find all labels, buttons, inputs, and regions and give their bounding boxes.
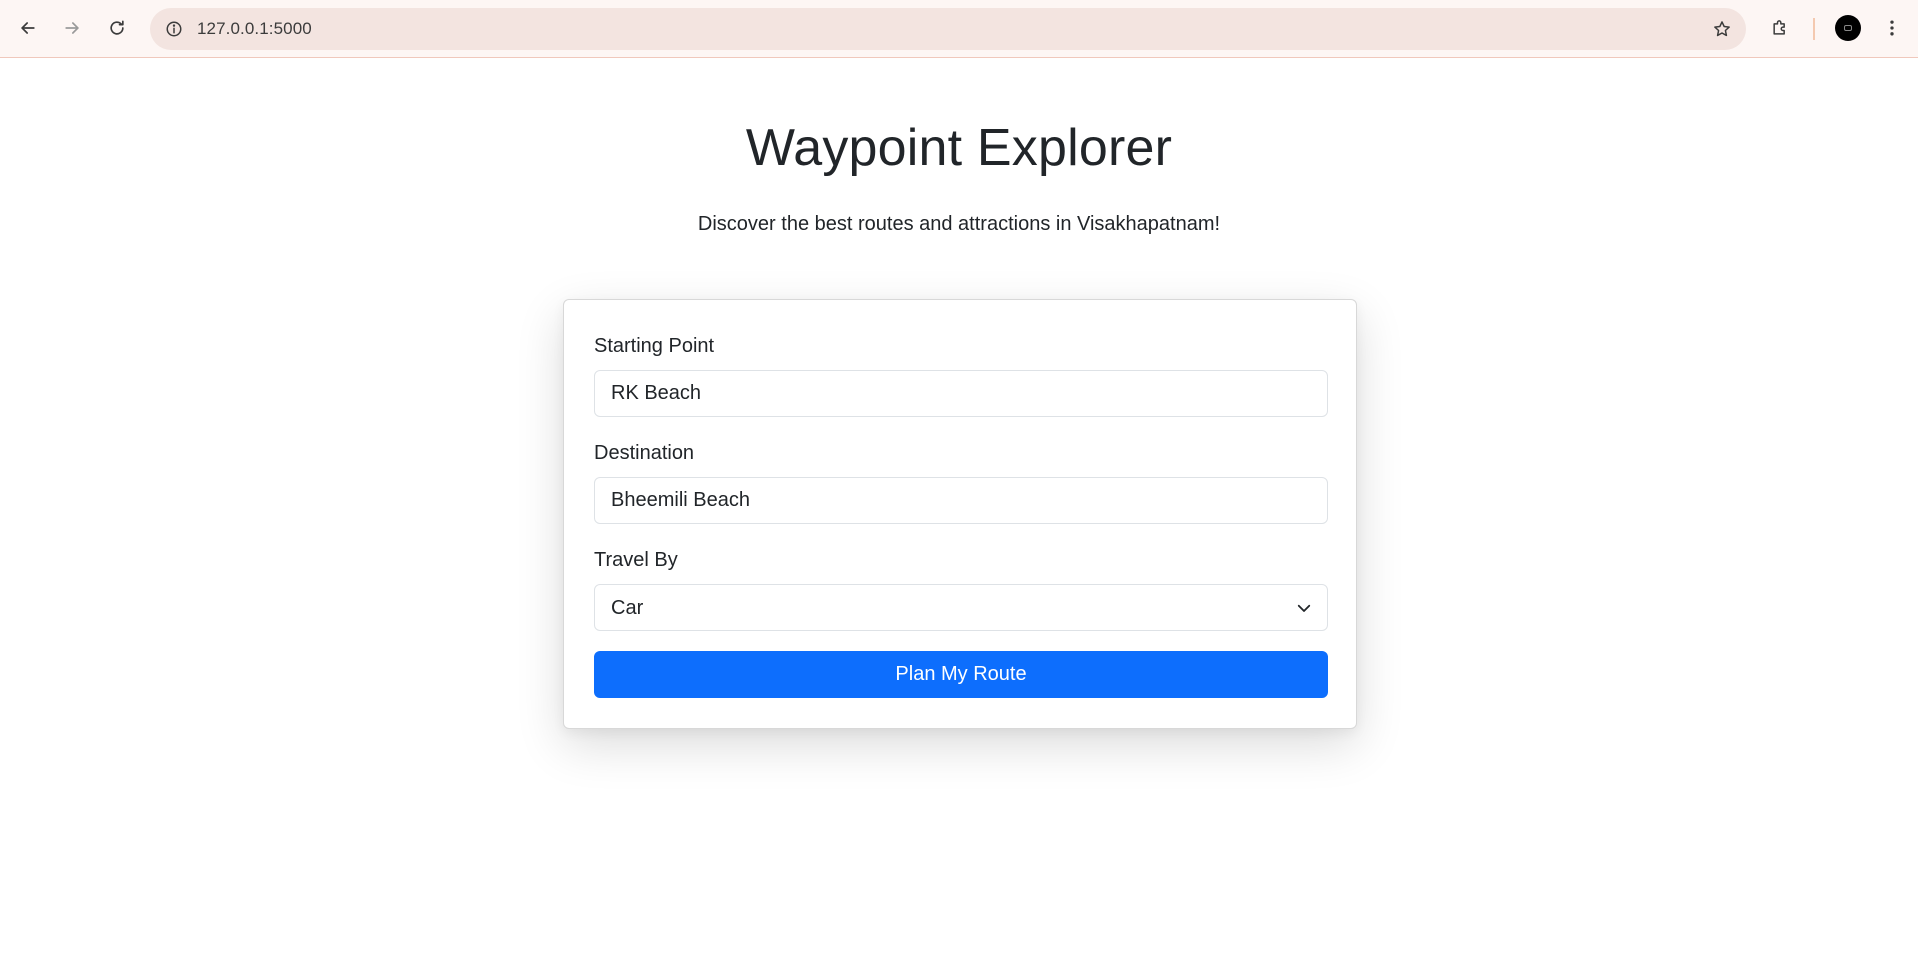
puzzle-icon [1773,20,1785,35]
forward-button[interactable] [56,12,88,44]
toolbar-divider [1813,18,1815,40]
destination-label: Destination [594,442,695,464]
reload-icon [110,20,124,35]
browser-menu-button[interactable] [1876,12,1908,44]
plan-route-button[interactable]: Plan My Route [594,651,1328,698]
star-icon [1714,21,1730,37]
address-bar[interactable]: 127.0.0.1:5000 [150,8,1746,50]
extensions-button[interactable] [1764,12,1796,44]
page-title: Waypoint Explorer [745,119,1173,177]
travel-by-selected-value: Car [611,597,644,619]
kebab-menu-icon [1890,20,1894,36]
route-form-card: Starting Point Destination Travel By Car… [563,299,1357,729]
arrow-left-icon [21,22,35,34]
browser-toolbar: 127.0.0.1:5000 [0,0,1918,58]
starting-point-label: Starting Point [594,335,715,357]
reload-button[interactable] [101,12,133,44]
info-icon [166,21,182,37]
site-info-button[interactable] [162,17,186,41]
url-text[interactable]: 127.0.0.1:5000 [197,19,312,39]
back-button[interactable] [12,12,44,44]
page-subtitle: Discover the best routes and attractions… [697,213,1221,235]
travel-by-label: Travel By [594,549,678,571]
avatar [1835,15,1861,41]
starting-point-input[interactable] [594,370,1328,417]
chevron-down-icon [1297,604,1311,612]
arrow-right-icon [65,22,79,34]
destination-input[interactable] [594,477,1328,524]
bookmark-button[interactable] [1710,17,1734,41]
profile-button[interactable] [1832,12,1864,44]
travel-by-select[interactable]: Car [594,584,1328,631]
